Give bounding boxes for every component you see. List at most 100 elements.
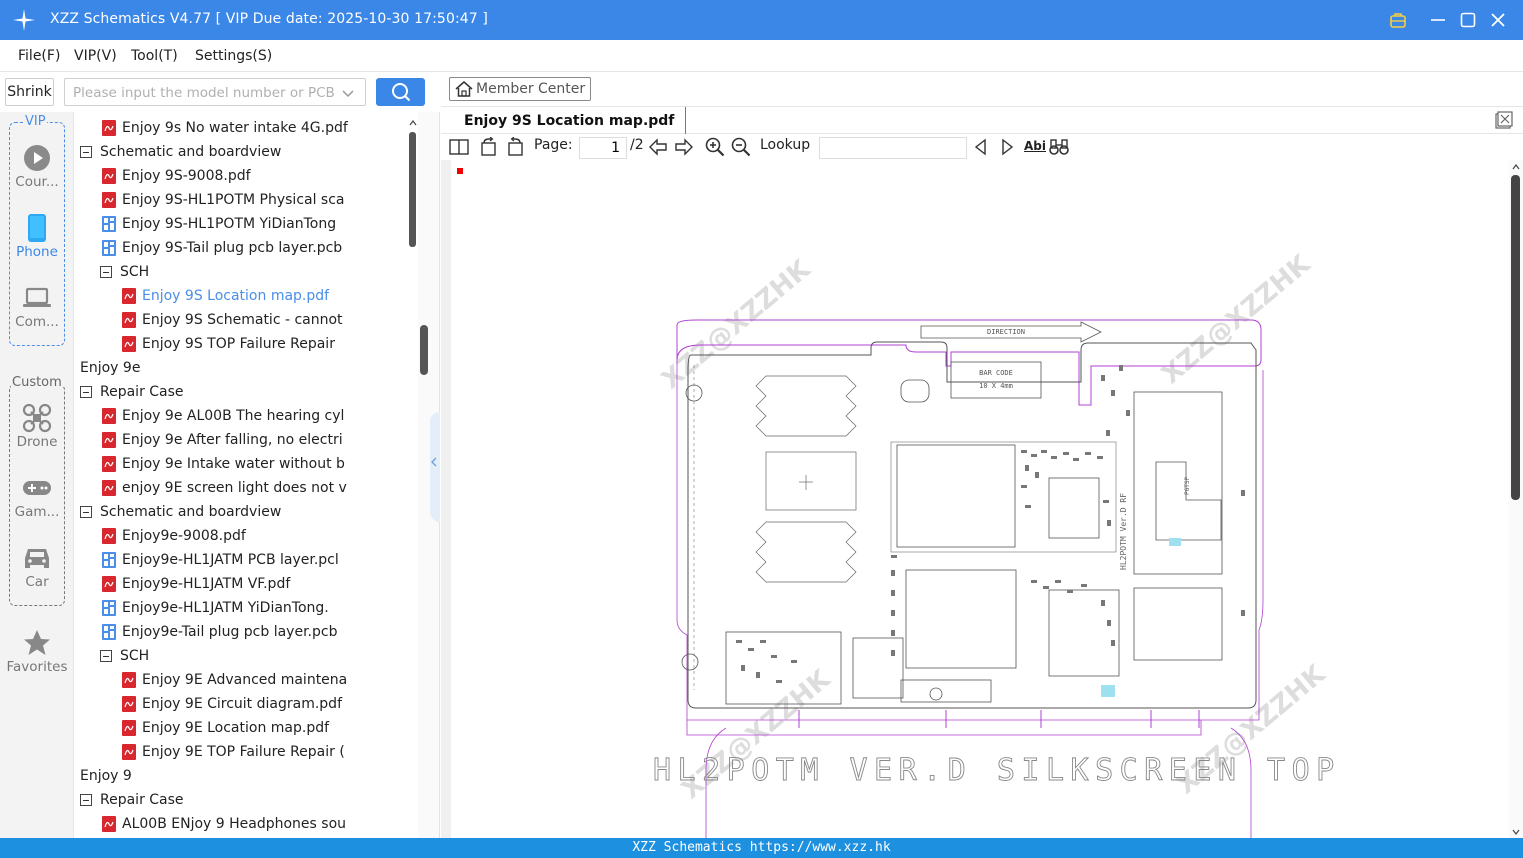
shrink-button[interactable]: Shrink — [5, 78, 54, 106]
category-label: Phone — [16, 244, 58, 260]
tab-location-map[interactable]: Enjoy 9S Location map.pdf — [453, 107, 687, 134]
split-view-icon[interactable] — [449, 137, 469, 157]
tree-folder[interactable]: SCH — [100, 644, 149, 668]
phone-icon — [28, 214, 46, 242]
search-icon — [391, 83, 410, 102]
tree-file[interactable]: Enjoy9e-Tail plug pcb layer.pcb — [102, 620, 337, 644]
panel-splitter[interactable] — [418, 112, 440, 838]
menu-file[interactable]: File(F) — [18, 48, 60, 64]
tree-file[interactable]: Enjoy9e-HL1JATM YiDianTong. — [102, 596, 329, 620]
tree-file[interactable]: Enjoy 9S Location map.pdf — [122, 284, 329, 308]
pdf-file-icon — [122, 696, 136, 712]
tree-file[interactable]: Enjoy 9S-9008.pdf — [102, 164, 251, 188]
tree-file[interactable]: AL00B ENjoy 9 Headphones sou — [102, 812, 346, 836]
tree-folder[interactable]: SCH — [100, 260, 149, 284]
maximize-icon[interactable] — [1456, 8, 1480, 32]
next-page-icon[interactable] — [674, 137, 694, 157]
pdf-file-icon — [122, 744, 136, 760]
tree-file[interactable]: Enjoy 9E Advanced maintena — [122, 668, 347, 692]
find-prev-icon[interactable] — [971, 137, 991, 157]
collapse-toggle-icon[interactable] — [100, 650, 112, 662]
tree-folder[interactable]: Schematic and boardview — [80, 140, 281, 164]
close-tab-icon[interactable] — [1495, 111, 1513, 129]
tree-folder[interactable]: Schematic and boardview — [80, 500, 281, 524]
tree-label: Enjoy 9E Advanced maintena — [142, 672, 348, 688]
page-number-input[interactable]: 1 — [579, 137, 627, 159]
collapse-toggle-icon[interactable] — [80, 506, 92, 518]
scroll-up-icon[interactable] — [1512, 163, 1520, 171]
category-courses[interactable]: Cour... — [0, 142, 74, 190]
prev-page-icon[interactable] — [648, 137, 668, 157]
viewer-scroll-thumb[interactable] — [1511, 175, 1520, 500]
tree-label: AL00B ENjoy 9 Headphones sou — [122, 816, 347, 832]
collapse-handle[interactable] — [430, 412, 440, 522]
tree-file[interactable]: Enjoy 9E Location map.pdf — [122, 716, 329, 740]
tree-file[interactable]: Enjoy 9e Intake water without b — [102, 452, 345, 476]
tree-label: Enjoy 9e AL00B The hearing cyl — [122, 408, 345, 424]
tree-file[interactable]: enjoy 9E screen light does not v — [102, 476, 347, 500]
tree-folder[interactable]: Enjoy 9e — [75, 356, 140, 380]
tree-file[interactable]: Enjoy 9S-Tail plug pcb layer.pcb — [102, 236, 342, 260]
tree-folder[interactable]: Repair Case — [80, 788, 184, 812]
tree-file[interactable]: Enjoy 9S-HL1POTM YiDianTong — [102, 212, 336, 236]
tree-file[interactable]: Enjoy 9S TOP Failure Repair — [122, 332, 335, 356]
menu-settings[interactable]: Settings(S) — [195, 48, 272, 64]
tree-file[interactable]: Enjoy 9s No water intake 4G.pdf — [102, 116, 348, 140]
zoom-in-icon[interactable] — [705, 137, 725, 157]
match-case-button[interactable]: Abi — [1024, 139, 1046, 153]
chevron-down-icon[interactable] — [341, 86, 355, 100]
tree-file[interactable]: Enjoy 9S-HL1POTM Physical sca — [102, 188, 345, 212]
rotate-right-icon[interactable] — [505, 137, 525, 157]
collapse-toggle-icon[interactable] — [80, 794, 92, 806]
menu-tool[interactable]: Tool(T) — [131, 48, 178, 64]
scroll-down-icon[interactable] — [1512, 828, 1520, 836]
tree-file[interactable]: Enjoy9e-HL1JATM PCB layer.pcl — [102, 548, 339, 572]
vip-bag-icon[interactable] — [1386, 8, 1410, 32]
pdf-file-icon — [122, 288, 136, 304]
member-center-button[interactable]: Member Center — [449, 77, 592, 101]
tree-file[interactable]: Enjoy9e-HL1JATM VF.pdf — [102, 572, 290, 596]
barcode-label: BAR CODE — [979, 369, 1013, 377]
close-icon[interactable] — [1486, 8, 1510, 32]
tree-file[interactable]: Enjoy 9e After falling, no electri — [102, 428, 343, 452]
category-car[interactable]: Car — [0, 542, 74, 590]
custom-group-title: Custom — [11, 375, 63, 390]
board-drawing: XZZ@XZZHK XZZ@XZZHK XZZ@XZZHK XZZ@XZZHK … — [653, 249, 1335, 838]
tree-file[interactable]: Enjoy 9E Circuit diagram.pdf — [122, 692, 342, 716]
tree-file[interactable]: Enjoy 9E TOP Failure Repair ( — [122, 740, 345, 764]
search-button[interactable] — [376, 78, 425, 106]
category-games[interactable]: Gam... — [0, 472, 74, 520]
binoculars-icon[interactable] — [1049, 137, 1069, 157]
pdf-file-icon — [102, 120, 116, 136]
menu-vip[interactable]: VIP(V) — [74, 48, 117, 64]
tree-file[interactable]: Enjoy 9S Schematic - cannot — [122, 308, 343, 332]
scroll-up-icon[interactable] — [409, 112, 417, 126]
collapse-toggle-icon[interactable] — [80, 386, 92, 398]
tree-label: Enjoy9e-HL1JATM YiDianTong. — [122, 600, 329, 616]
category-computer[interactable]: Com... — [0, 282, 74, 330]
minimize-icon[interactable] — [1426, 8, 1450, 32]
tree-label: SCH — [120, 264, 150, 280]
collapse-toggle-icon[interactable] — [100, 266, 112, 278]
search-input[interactable]: Please input the model number or PCB — [64, 78, 366, 106]
chevron-left-icon[interactable] — [430, 457, 438, 467]
pdf-page[interactable]: XZZ@XZZHK XZZ@XZZHK XZZ@XZZHK XZZ@XZZHK … — [451, 160, 1509, 838]
zoom-out-icon[interactable] — [731, 137, 751, 157]
collapse-toggle-icon[interactable] — [80, 146, 92, 158]
tree-label: Enjoy 9S-HL1POTM Physical sca — [122, 192, 345, 208]
lookup-input[interactable] — [819, 137, 967, 159]
tree-folder[interactable]: Repair Case — [80, 380, 184, 404]
tree-scroll-thumb[interactable] — [409, 132, 416, 247]
category-phone[interactable]: Phone — [0, 212, 74, 260]
tree-scrollbar[interactable] — [408, 112, 418, 838]
splitter-grip[interactable] — [420, 325, 428, 375]
category-drone[interactable]: Drone — [0, 402, 74, 450]
rotate-left-icon[interactable] — [479, 137, 499, 157]
pdf-file-icon — [122, 312, 136, 328]
category-favorites[interactable]: Favorites — [0, 627, 74, 675]
tree-folder[interactable]: Enjoy 9 — [75, 764, 132, 788]
board-side-label: HL2POTM Ver.D RF — [1119, 493, 1128, 570]
tree-file[interactable]: Enjoy 9e AL00B The hearing cyl — [102, 404, 344, 428]
find-next-icon[interactable] — [997, 137, 1017, 157]
tree-file[interactable]: Enjoy9e-9008.pdf — [102, 524, 246, 548]
